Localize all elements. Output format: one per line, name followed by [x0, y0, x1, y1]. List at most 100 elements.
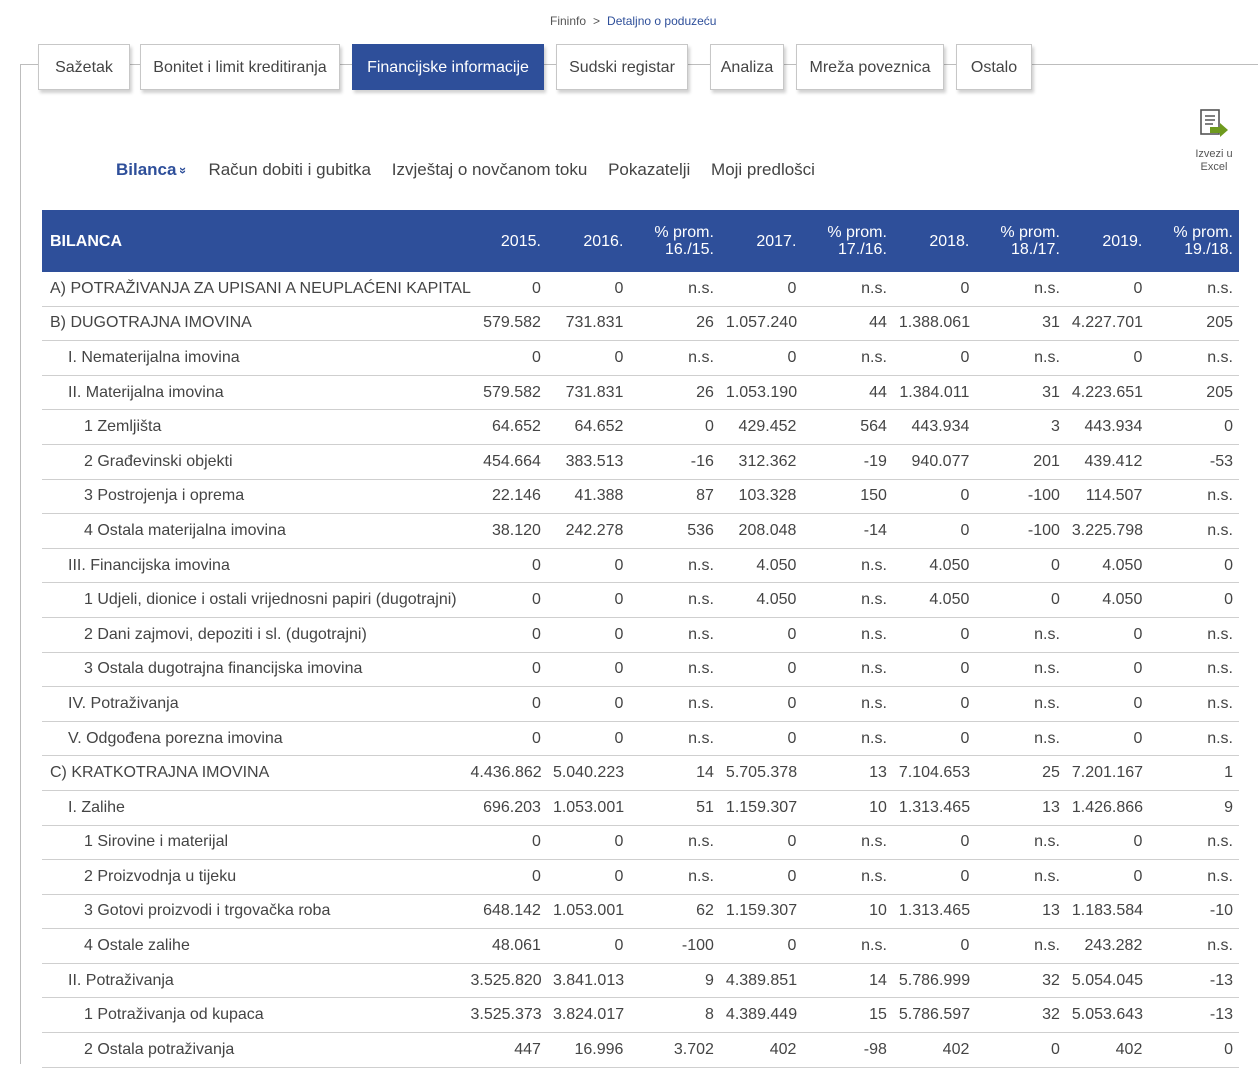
tab-bonitet[interactable]: Bonitet i limit kreditiranja: [140, 44, 340, 90]
table-cell: 4.050: [719, 548, 803, 584]
table-cell: 0: [719, 652, 803, 688]
tab-financijske-informacije[interactable]: Financijske informacije: [352, 44, 544, 90]
statement-subnav: Bilanca» Račun dobiti i gubitka Izvješta…: [116, 160, 831, 180]
table-cell: -13: [1148, 963, 1239, 999]
table-cell: 5.705.378: [719, 755, 803, 791]
table-header-row: BILANCA 2015. 2016.% prom. 16./15. 2017.% p…: [42, 210, 1239, 272]
export-excel-label-line2: Excel: [1200, 161, 1228, 173]
table-cell: 0: [1065, 652, 1149, 688]
table-cell: 7.201.167: [1065, 755, 1149, 791]
table-cell: -100: [975, 513, 1066, 549]
subnav-bilanca-label: Bilanca: [116, 160, 177, 179]
subnav-bilanca[interactable]: Bilanca»: [116, 160, 192, 179]
column-header-label: BILANCA: [42, 210, 465, 272]
breadcrumb: Fininfo > Detaljno o poduzeću: [550, 14, 716, 28]
table-row: 2 Građevinski objekti 454.664 383.513 -16 31…: [42, 444, 1239, 480]
table-cell: 201: [975, 444, 1066, 480]
export-excel-button[interactable]: Izvezi u Excel: [1188, 108, 1240, 174]
table-row: 2 Proizvodnja u tijeku 0 0 n.s. 0 n.s. 0 n.s. 0 n…: [42, 859, 1239, 895]
subnav-rdg[interactable]: Račun dobiti i gubitka: [208, 160, 371, 179]
table-cell: 208.048: [719, 513, 803, 549]
table-cell: 15: [802, 997, 893, 1034]
balance-sheet-table: BILANCA 2015. 2016.% prom. 16./15. 2017.% p…: [42, 210, 1239, 1068]
row-label: 2 Ostala potraživanja: [42, 1032, 465, 1068]
table-cell: 0: [1065, 686, 1149, 722]
column-header: % prom. 16./15.: [629, 210, 720, 272]
table-cell: 10: [802, 790, 893, 826]
column-header: 2016.: [546, 210, 630, 272]
tab-analiza[interactable]: Analiza: [710, 44, 784, 90]
table-cell: 3: [975, 409, 1066, 445]
table-cell: 443.934: [1065, 409, 1149, 445]
table-cell: 0: [975, 1032, 1066, 1068]
table-cell: n.s.: [629, 825, 720, 861]
subnav-pokazatelji[interactable]: Pokazatelji: [608, 160, 690, 179]
table-cell: 536: [629, 513, 720, 549]
tab-sudski-registar[interactable]: Sudski registar: [556, 44, 688, 90]
table-cell: 32: [975, 963, 1066, 999]
table-cell: -13: [1148, 997, 1239, 1034]
table-cell: 13: [975, 894, 1066, 930]
table-cell: n.s.: [802, 582, 893, 618]
table-cell: 4.050: [719, 582, 803, 618]
table-cell: 0: [719, 340, 803, 376]
table-cell: 1: [1148, 755, 1239, 791]
table-row: 1 Zemljišta 64.652 64.652 0 429.452 564 443.93…: [42, 409, 1239, 445]
table-cell: 0: [464, 582, 547, 618]
table-cell: n.s.: [629, 686, 720, 722]
table-row: 4 Ostala materijalna imovina 38.120 242.27…: [42, 513, 1239, 549]
table-cell: -100: [629, 928, 720, 964]
table-cell: 0: [546, 617, 630, 653]
row-label: B) DUGOTRAJNA IMOVINA: [42, 306, 465, 342]
table-cell: 48.061: [464, 928, 547, 964]
table-cell: 0: [719, 617, 803, 653]
tab-mreza-poveznica[interactable]: Mreža poveznica: [796, 44, 944, 90]
table-cell: n.s.: [1148, 928, 1239, 964]
table-cell: 150: [802, 479, 893, 515]
table-cell: 0: [892, 859, 976, 895]
table-cell: 443.934: [892, 409, 976, 445]
row-label: 1 Udjeli, dionice i ostali vrijednosni p…: [42, 582, 465, 618]
table-cell: 4.050: [892, 582, 976, 618]
table-cell: 0: [719, 272, 803, 307]
table-cell: 4.227.701: [1065, 306, 1149, 342]
table-row: 2 Dani zajmovi, depoziti i sl. (dugotraj…: [42, 617, 1239, 653]
table-cell: n.s.: [975, 652, 1066, 688]
breadcrumb-root[interactable]: Fininfo: [550, 14, 586, 28]
breadcrumb-current[interactable]: Detaljno o poduzeću: [607, 14, 716, 28]
table-row: 3 Gotovi proizvodi i trgovačka roba 648.1…: [42, 894, 1239, 930]
table-cell: 3.702: [629, 1032, 720, 1068]
subnav-novcani-tok[interactable]: Izvještaj o novčanom toku: [392, 160, 588, 179]
table-cell: 4.436.862: [464, 755, 547, 791]
table-cell: 0: [719, 686, 803, 722]
table-cell: 3.824.017: [546, 997, 630, 1034]
table-cell: n.s.: [975, 272, 1066, 307]
table-cell: n.s.: [802, 859, 893, 895]
table-cell: 1.388.061: [892, 306, 976, 342]
table-cell: n.s.: [802, 272, 893, 307]
table-row: 1 Sirovine i materijal 0 0 n.s. 0 n.s. 0 n.s. 0 n…: [42, 825, 1239, 861]
table-cell: n.s.: [802, 686, 893, 722]
table-cell: 731.831: [546, 306, 630, 342]
row-label: IV. Potraživanja: [42, 686, 465, 722]
table-cell: 51: [629, 790, 720, 826]
tab-sazetak[interactable]: Sažetak: [38, 44, 130, 90]
table-row: A) POTRAŽIVANJA ZA UPISANI A NEUPLAĆENI …: [42, 272, 1239, 307]
table-row: 3 Ostala dugotrajna financijska imovina 0…: [42, 652, 1239, 688]
table-cell: 9: [1148, 790, 1239, 826]
table-cell: 242.278: [546, 513, 630, 549]
table-cell: n.s.: [629, 548, 720, 584]
table-cell: 0: [892, 479, 976, 515]
table-cell: 402: [719, 1032, 803, 1068]
table-cell: 64.652: [464, 409, 547, 445]
table-cell: 5.054.045: [1065, 963, 1149, 999]
table-cell: n.s.: [629, 272, 720, 307]
table-cell: 0: [464, 272, 547, 307]
tab-ostalo[interactable]: Ostalo: [956, 44, 1032, 90]
subnav-moji-predlosci[interactable]: Moji predlošci: [711, 160, 815, 179]
table-cell: 62: [629, 894, 720, 930]
table-cell: n.s.: [629, 582, 720, 618]
table-cell: n.s.: [975, 928, 1066, 964]
table-cell: 87: [629, 479, 720, 515]
table-cell: 0: [546, 548, 630, 584]
